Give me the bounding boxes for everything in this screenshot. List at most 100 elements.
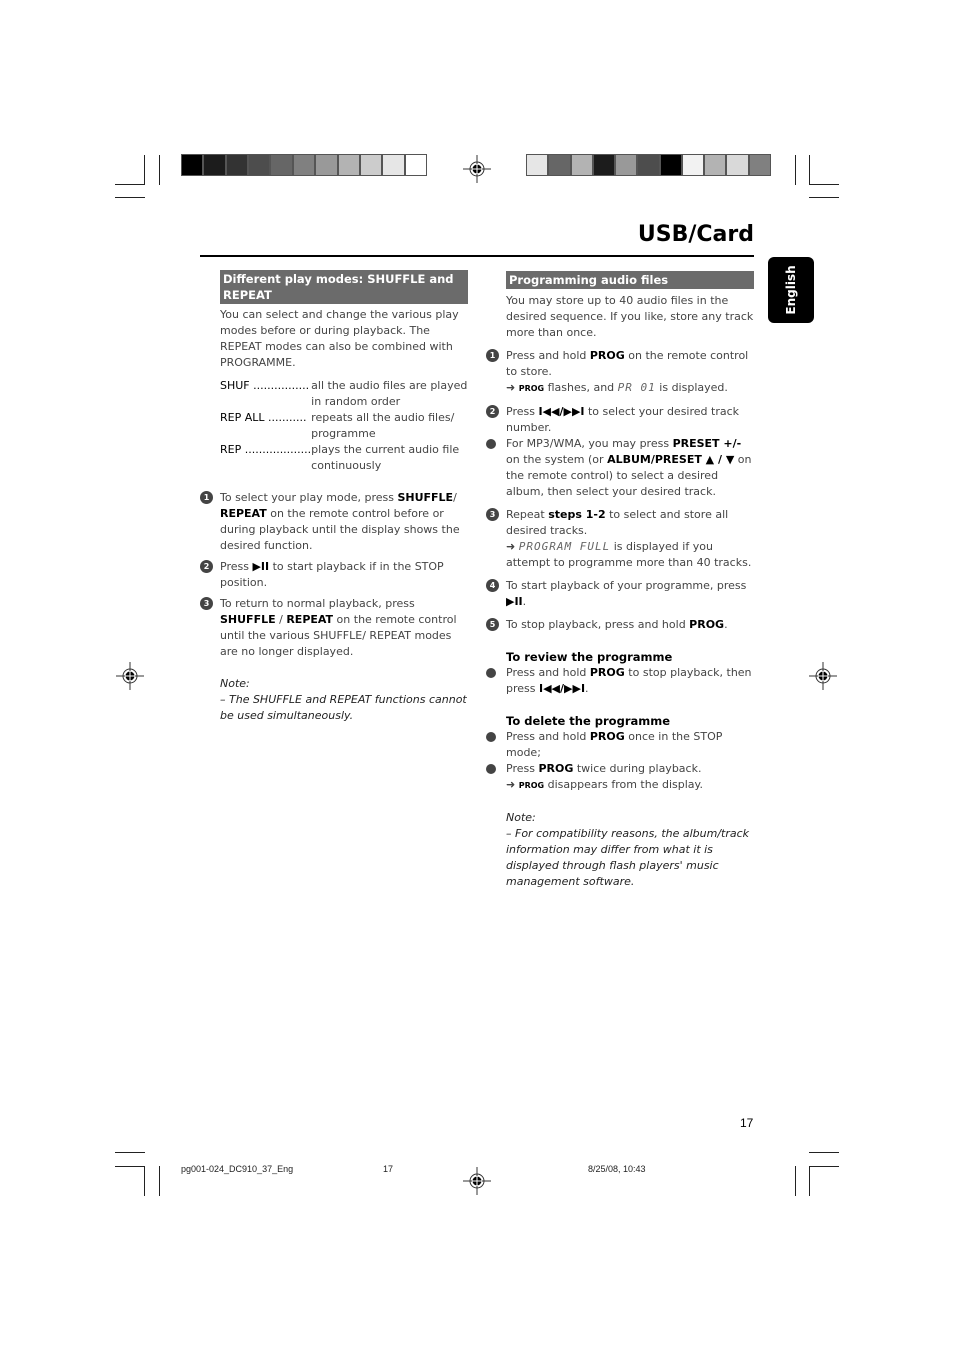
step-text: Press [506, 405, 539, 418]
button-name: ALBUM/PRESET ▲ / ▼ [607, 453, 735, 466]
button-name: PROG [538, 762, 574, 775]
play-pause-icon: ▶II [506, 595, 523, 608]
modes-table: SHUF ................ all the audio files… [220, 378, 468, 474]
mode-key: REP ................... [220, 443, 312, 456]
mode-row: SHUF ................ all the audio files… [220, 378, 468, 410]
step-text: To start playback of your programme, pre… [506, 579, 747, 592]
step-reference: steps 1-2 [548, 508, 606, 521]
button-name: PROG [589, 349, 625, 362]
gray-swatch [383, 155, 406, 175]
gray-swatch [682, 155, 706, 175]
crop-mark [809, 1152, 839, 1153]
crop-mark [809, 1166, 810, 1196]
bullet-mp3: For MP3/WMA, you may press PRESET +/- on… [486, 436, 754, 500]
crop-mark [809, 197, 839, 198]
gray-swatch [316, 155, 339, 175]
mode-key: REP ALL ........... [220, 411, 307, 424]
step-2: 2 Press ▶II to start playback if in the … [200, 559, 468, 591]
note-text: – The SHUFFLE and REPEAT functions canno… [220, 693, 467, 722]
gray-swatch [705, 155, 728, 175]
step-4: 4 To start playback of your programme, p… [486, 578, 754, 610]
crop-mark [159, 155, 160, 185]
bullet-dot-icon [486, 668, 496, 678]
step-number-badge: 2 [486, 405, 499, 418]
subheading-review: To review the programme [506, 650, 673, 664]
mode-row: REP ALL ........... repeats all the audio… [220, 410, 468, 442]
step-text: For MP3/WMA, you may press [506, 437, 673, 450]
gray-swatch [226, 155, 250, 175]
gray-swatch [660, 155, 683, 175]
right-column: Programming audio files You may store up… [486, 271, 754, 890]
crop-mark [795, 1166, 796, 1196]
gray-swatch [271, 155, 294, 175]
bullet-delete: Press and hold PROG once in the STOP mod… [486, 729, 754, 761]
step-text: To return to normal playback, press [220, 597, 415, 610]
button-name: SHUFFLE [220, 613, 276, 626]
registration-mark-icon [116, 662, 144, 690]
language-tab-label: English [784, 265, 798, 315]
arrow-icon: ➜ [506, 381, 516, 394]
mode-desc: plays the current audio file continuousl… [311, 443, 460, 472]
grayscale-calibration-bar-left [181, 154, 427, 176]
grayscale-calibration-bar-right [526, 154, 771, 176]
crop-mark [795, 155, 796, 185]
step-number-badge: 3 [200, 597, 213, 610]
gray-swatch [549, 155, 572, 175]
gray-swatch [338, 155, 361, 175]
step-3: 3 Repeat steps 1-2 to select and store a… [486, 507, 754, 571]
skip-prev-next-icon: I◀◀/▶▶I [539, 682, 586, 695]
note-label: Note: [220, 677, 250, 690]
bullet-dot-icon [486, 732, 496, 742]
button-name: PRESET +/- [672, 437, 742, 450]
step-text: Press [220, 560, 253, 573]
gray-swatch [360, 155, 384, 175]
step-text: Press and hold [506, 730, 590, 743]
button-name: REPEAT [286, 613, 334, 626]
bullet-dot-icon [486, 439, 496, 449]
section-heading-play-modes: Different play modes: SHUFFLE and REPEAT [220, 270, 468, 304]
gray-swatch [749, 155, 770, 175]
step-text: / [275, 613, 287, 626]
subheading-delete: To delete the programme [506, 714, 671, 728]
crop-mark [115, 1166, 145, 1167]
step-text: Press [506, 762, 539, 775]
intro-paragraph: You can select and change the various pl… [220, 308, 459, 369]
crop-mark [115, 197, 145, 198]
step-number-badge: 5 [486, 618, 499, 631]
gray-swatch [638, 155, 661, 175]
prog-indicator: PROG [518, 384, 545, 393]
button-name: REPEAT [220, 507, 267, 520]
language-tab: English [768, 257, 814, 323]
section-title: USB/Card [637, 222, 754, 247]
step-text: on the system (or [506, 453, 608, 466]
step-number-badge: 1 [486, 349, 499, 362]
gray-swatch [571, 155, 594, 175]
button-name: PROG [589, 666, 625, 679]
registration-mark-icon [809, 662, 837, 690]
page-number: 17 [740, 1116, 754, 1130]
gray-swatch [616, 155, 639, 175]
footer-timestamp: 8/25/08, 10:43 [588, 1164, 646, 1174]
step-text: is displayed. [655, 381, 728, 394]
gray-swatch [204, 155, 227, 175]
gray-swatch [593, 155, 617, 175]
mode-key: SHUF ................ [220, 379, 310, 392]
mode-desc: repeats all the audio files/ programme [311, 411, 455, 440]
step-number-badge: 2 [200, 560, 213, 573]
left-column: Different play modes: SHUFFLE and REPEAT… [200, 270, 468, 724]
step-text: Press and hold [506, 349, 590, 362]
gray-swatch [249, 155, 272, 175]
step-2: 2 Press I◀◀/▶▶I to select your desired t… [486, 404, 754, 436]
note-text: – For compatibility reasons, the album/t… [506, 827, 750, 888]
lcd-display-text: PROGRAM FULL [518, 540, 611, 553]
crop-mark [159, 1166, 160, 1196]
mode-desc: all the audio files are played in random… [311, 379, 468, 408]
gray-swatch [182, 155, 205, 175]
gray-swatch [727, 155, 750, 175]
crop-mark [809, 1166, 839, 1167]
crop-mark [809, 184, 839, 185]
step-text: To stop playback, press and hold [506, 618, 690, 631]
step-1: 1 Press and hold PROG on the remote cont… [486, 348, 754, 397]
prog-indicator: PROG [518, 781, 545, 790]
footer-page: 17 [383, 1164, 394, 1174]
